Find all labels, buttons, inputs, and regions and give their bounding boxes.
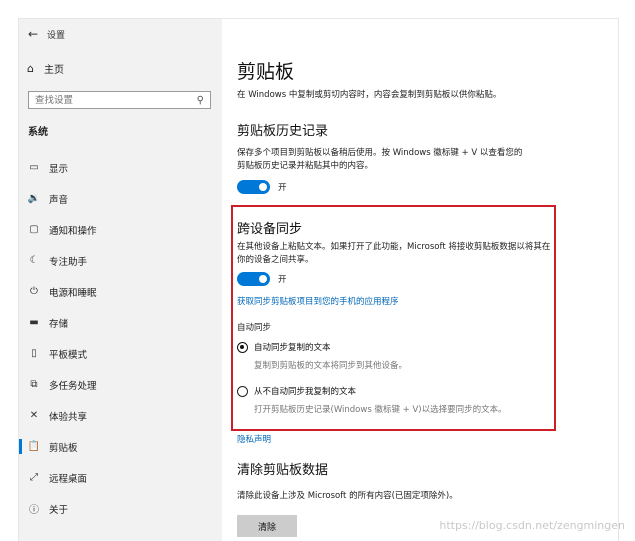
page-title: 剪贴板 bbox=[237, 61, 295, 83]
notification-icon: ▢ bbox=[29, 224, 39, 235]
page-description: 在 Windows 中复制或剪切内容时，内容会复制到剪贴板以供你粘贴。 bbox=[237, 90, 502, 100]
radio-never-sync[interactable]: 从不自动同步我复制的文本 打开剪贴板历史记录(Windows 徽标键 + V)以… bbox=[237, 385, 507, 415]
sidebar-item-label: 显示 bbox=[49, 163, 69, 175]
history-toggle[interactable] bbox=[237, 180, 270, 194]
auto-sync-label: 自动同步 bbox=[237, 323, 272, 333]
shared-experiences-icon: ✕ bbox=[29, 410, 39, 421]
privacy-link[interactable]: 隐私声明 bbox=[237, 433, 271, 445]
radio-never-sync-label: 从不自动同步我复制的文本 bbox=[254, 387, 357, 397]
sidebar-item-sound[interactable]: 🔉 声音 bbox=[19, 183, 222, 214]
sidebar-item-label: 关于 bbox=[49, 504, 69, 516]
tablet-icon: ▯ bbox=[31, 348, 37, 359]
sidebar-item-clipboard[interactable]: 📋 剪贴板 bbox=[19, 431, 222, 462]
sidebar-item-label: 专注助手 bbox=[49, 256, 88, 268]
sync-description: 在其他设备上粘贴文本。如果打开了此功能，Microsoft 将接收剪贴板数据以将… bbox=[237, 242, 551, 265]
window-title: 设置 bbox=[47, 30, 66, 41]
clear-description: 清除此设备上涉及 Microsoft 的所有内容(已固定项除外)。 bbox=[237, 491, 458, 501]
radio-button-checked[interactable] bbox=[237, 342, 248, 353]
sidebar-item-tablet[interactable]: ▯ 平板模式 bbox=[19, 338, 222, 369]
search-icon[interactable]: ⚲ bbox=[197, 95, 204, 106]
sidebar-item-label: 远程桌面 bbox=[49, 473, 88, 485]
sidebar: ← 设置 ⌂ 主页 ⚲ 系统 ▭ 显示 🔉 声音 ▢ 通知和操作 ☾ 专注助手 ⏻ 电源和睡眠 ▬ 存… bbox=[19, 19, 222, 541]
sidebar-item-label: 声音 bbox=[49, 194, 69, 206]
sidebar-item-multitasking[interactable]: ⧉ 多任务处理 bbox=[19, 369, 222, 400]
sidebar-item-shared-experiences[interactable]: ✕ 体验共享 bbox=[19, 400, 222, 431]
search-input[interactable] bbox=[35, 94, 185, 106]
radio-auto-sync[interactable]: 自动同步复制的文本 复制到剪贴板的文本将同步到其他设备。 bbox=[237, 341, 407, 371]
title-bar: ← 设置 bbox=[19, 19, 222, 49]
radio-never-sync-sub: 打开剪贴板历史记录(Windows 徽标键 + V)以选择要同步的文本。 bbox=[254, 405, 507, 415]
sidebar-item-label: 多任务处理 bbox=[49, 380, 97, 392]
sync-title: 跨设备同步 bbox=[237, 222, 303, 237]
history-toggle-row: 开 bbox=[237, 180, 287, 194]
multitasking-icon: ⧉ bbox=[30, 379, 38, 390]
sidebar-item-label: 剪贴板 bbox=[49, 442, 78, 454]
sidebar-item-storage[interactable]: ▬ 存储 bbox=[19, 307, 222, 338]
about-icon: ⓘ bbox=[29, 505, 39, 516]
watermark: https://blog.csdn.net/zengmingen bbox=[439, 519, 625, 532]
sync-toggle-row: 开 bbox=[237, 272, 287, 286]
sidebar-item-remote-desktop[interactable]: ⤢ 远程桌面 bbox=[19, 462, 222, 493]
sidebar-item-about[interactable]: ⓘ 关于 bbox=[19, 493, 222, 524]
main-content: 剪贴板 在 Windows 中复制或剪切内容时，内容会复制到剪贴板以供你粘贴。 … bbox=[222, 19, 618, 541]
home-icon: ⌂ bbox=[27, 62, 34, 75]
clear-title: 清除剪贴板数据 bbox=[237, 463, 329, 478]
search-box[interactable]: ⚲ bbox=[28, 91, 211, 109]
section-title-system: 系统 bbox=[28, 127, 48, 138]
sidebar-item-focus-assist[interactable]: ☾ 专注助手 bbox=[19, 245, 222, 276]
radio-auto-sync-sub: 复制到剪贴板的文本将同步到其他设备。 bbox=[254, 361, 408, 371]
sidebar-item-label: 存储 bbox=[49, 318, 69, 330]
radio-auto-sync-label: 自动同步复制的文本 bbox=[254, 343, 331, 353]
sidebar-item-label: 通知和操作 bbox=[49, 225, 97, 237]
sidebar-item-label: 电源和睡眠 bbox=[49, 287, 97, 299]
power-icon: ⏻ bbox=[30, 286, 38, 297]
sync-toggle[interactable] bbox=[237, 272, 270, 286]
sidebar-item-power[interactable]: ⏻ 电源和睡眠 bbox=[19, 276, 222, 307]
phone-app-link[interactable]: 获取同步剪贴板项目到您的手机的应用程序 bbox=[237, 295, 399, 307]
home-nav-item[interactable]: ⌂ 主页 bbox=[27, 61, 64, 76]
sidebar-item-label: 体验共享 bbox=[49, 411, 88, 423]
sound-icon: 🔉 bbox=[27, 193, 41, 204]
sidebar-item-display[interactable]: ▭ 显示 bbox=[19, 152, 222, 183]
clipboard-icon: 📋 bbox=[27, 441, 41, 452]
history-title: 剪贴板历史记录 bbox=[237, 124, 329, 139]
history-toggle-label: 开 bbox=[278, 183, 287, 193]
display-icon: ▭ bbox=[29, 162, 39, 173]
radio-button-unchecked[interactable] bbox=[237, 386, 248, 397]
focus-assist-icon: ☾ bbox=[29, 255, 39, 266]
remote-desktop-icon: ⤢ bbox=[30, 472, 38, 483]
sidebar-item-label: 平板模式 bbox=[49, 349, 88, 361]
sidebar-item-notification[interactable]: ▢ 通知和操作 bbox=[19, 214, 222, 245]
history-description: 保存多个项目到剪贴板以备稍后使用。按 Windows 徽标键 + V 以查看您的… bbox=[237, 148, 523, 171]
sync-toggle-label: 开 bbox=[278, 275, 287, 285]
storage-icon: ▬ bbox=[29, 317, 39, 328]
settings-window: ← 设置 ⌂ 主页 ⚲ 系统 ▭ 显示 🔉 声音 ▢ 通知和操作 ☾ 专注助手 ⏻ 电源和睡眠 ▬ 存… bbox=[18, 18, 619, 541]
home-label: 主页 bbox=[43, 65, 64, 76]
back-arrow-icon[interactable]: ← bbox=[19, 27, 47, 41]
clear-button[interactable]: 清除 bbox=[237, 515, 297, 537]
sidebar-nav: ▭ 显示 🔉 声音 ▢ 通知和操作 ☾ 专注助手 ⏻ 电源和睡眠 ▬ 存储 ▯ 平板模式 ⧉ 多任务处理 ✕ 体验… bbox=[19, 152, 222, 524]
